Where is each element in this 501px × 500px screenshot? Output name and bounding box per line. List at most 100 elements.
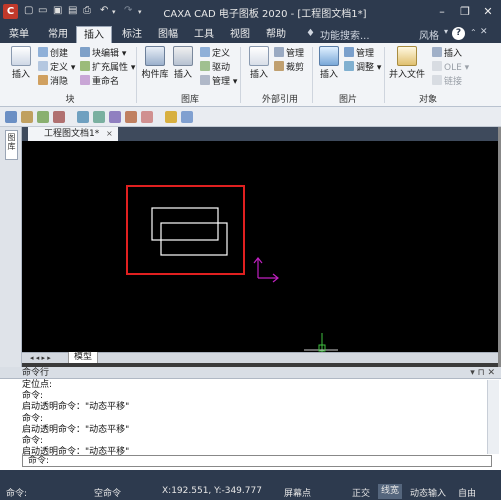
ortho-toggle[interactable]: 正交 xyxy=(352,486,370,499)
library-drive-button[interactable]: 驱动 xyxy=(200,61,230,74)
document-tab[interactable]: 工程图文档1* xyxy=(28,127,118,141)
library-insert-button[interactable]: 插入 xyxy=(172,46,194,80)
side-tab-library[interactable]: 图库 xyxy=(5,130,18,160)
xref-manage-icon xyxy=(274,47,284,57)
toolbar-layer-icon[interactable] xyxy=(5,111,17,123)
library-insert-icon xyxy=(173,46,193,66)
ribbon-close-icon[interactable]: ✕ xyxy=(480,27,488,37)
collapse-ribbon-icon[interactable]: ⌃ xyxy=(470,28,477,37)
link-button[interactable]: 链接 xyxy=(432,75,462,88)
snap-mode-button[interactable]: 屏幕点 xyxy=(284,486,311,499)
block-create-button[interactable]: 创建 xyxy=(38,47,68,60)
library-define-icon xyxy=(200,47,210,57)
library-manage-icon xyxy=(200,75,210,85)
xref-manage-button[interactable]: 管理 xyxy=(274,47,304,60)
block-edit-button[interactable]: 块编辑 ▾ xyxy=(80,47,126,60)
xref-insert-button[interactable]: 插入 xyxy=(246,46,272,80)
save-as-icon[interactable]: ▤ xyxy=(68,5,77,16)
layout-nav-arrows[interactable]: ◂ ◂ ▸ ▸ xyxy=(30,353,51,364)
style-menu[interactable]: 风格 xyxy=(419,27,439,42)
toolbar-measure-icon[interactable] xyxy=(125,111,137,123)
undo-dropdown-icon[interactable]: ▾ xyxy=(112,8,116,16)
status-coordinates: X:192.551, Y:-349.777 xyxy=(162,486,262,496)
close-document-icon[interactable]: × xyxy=(106,127,113,141)
command-panel-controls[interactable]: ▾ ⊓ ✕ xyxy=(470,367,495,379)
function-search-input[interactable]: 功能搜索... xyxy=(320,27,370,42)
free-mode-toggle[interactable]: 自由 xyxy=(458,486,476,499)
parts-library-button[interactable]: 构件库 xyxy=(140,46,170,80)
attribute-icon xyxy=(80,61,90,71)
group-separator xyxy=(312,47,313,103)
library-define-button[interactable]: 定义 xyxy=(200,47,230,60)
window-title: CAXA CAD 电子图板 2020 - [工程图文档1*] xyxy=(163,9,367,20)
status-gap xyxy=(0,470,501,483)
status-mode: 空命令 xyxy=(94,489,122,499)
clip-icon xyxy=(274,61,284,71)
command-log-scrollbar[interactable] xyxy=(487,380,499,454)
restore-button[interactable]: ❐ xyxy=(455,3,475,21)
merge-file-button[interactable]: 并入文件 xyxy=(388,46,426,80)
log-line: 命令: xyxy=(22,436,44,447)
tab-tools[interactable]: 工具 xyxy=(188,26,220,43)
close-button[interactable]: ✕ xyxy=(478,3,498,21)
object-insert-button[interactable]: 插入 xyxy=(432,47,462,60)
image-insert-button[interactable]: 插入 xyxy=(316,46,342,80)
lightbulb-icon: ♦ xyxy=(306,28,315,39)
block-edit-icon xyxy=(80,47,90,57)
rectangle-shape-1[interactable] xyxy=(151,207,219,241)
block-insert-icon xyxy=(11,46,31,66)
toolbar-properties-icon[interactable] xyxy=(165,111,177,123)
redo-icon[interactable]: ↷ xyxy=(124,5,132,16)
toolbar-pan-icon[interactable] xyxy=(93,111,105,123)
log-line: 命令: xyxy=(22,391,44,402)
tab-help[interactable]: 帮助 xyxy=(260,26,292,43)
drawing-canvas[interactable] xyxy=(22,141,498,352)
image-adjust-button[interactable]: 调整 ▾ xyxy=(344,61,381,74)
toolbar-linetype-icon[interactable] xyxy=(21,111,33,123)
tab-view[interactable]: 视图 xyxy=(224,26,256,43)
tab-model[interactable]: 模型 xyxy=(68,352,98,363)
tab-insert[interactable]: 插入 xyxy=(76,26,112,43)
ucs-axis-icon xyxy=(253,257,279,283)
new-file-icon[interactable]: ▢ xyxy=(24,5,33,16)
help-button[interactable]: ? xyxy=(452,27,465,40)
log-line: 命令: xyxy=(22,413,44,424)
group-separator xyxy=(240,47,241,103)
xref-insert-icon xyxy=(249,46,269,66)
toolbar-view-icon[interactable] xyxy=(109,111,121,123)
status-command: 命令: xyxy=(6,489,28,499)
link-icon xyxy=(432,75,442,85)
toolbar-settings-icon[interactable] xyxy=(181,111,193,123)
rename-button[interactable]: 重命名 xyxy=(80,75,119,88)
command-input[interactable]: 命令: xyxy=(22,455,492,467)
toolbar-color-icon[interactable] xyxy=(37,111,49,123)
open-folder-icon[interactable]: ▭ xyxy=(38,5,47,16)
toolbar-erase-icon[interactable] xyxy=(141,111,153,123)
chevron-down-icon[interactable]: ▾ xyxy=(444,27,448,36)
save-icon[interactable]: ▣ xyxy=(53,5,62,16)
group-label-block: 块 xyxy=(65,95,75,105)
xref-clip-button[interactable]: 裁剪 xyxy=(274,61,304,74)
rectangle-shape-2[interactable] xyxy=(160,222,228,256)
customize-quick-access-icon[interactable]: ▾ xyxy=(138,8,142,16)
tab-menu[interactable]: 菜单 xyxy=(4,26,34,43)
drawing-svg xyxy=(126,185,338,352)
toolbar-zoom-icon[interactable] xyxy=(77,111,89,123)
block-eliminate-button[interactable]: 消隐 xyxy=(38,75,68,88)
dynamic-input-toggle[interactable]: 动态输入 xyxy=(410,486,446,499)
object-insert-icon xyxy=(432,47,442,57)
extend-attribute-button[interactable]: 扩充属性 ▾ xyxy=(80,61,135,74)
block-define-button[interactable]: 定义 ▾ xyxy=(38,61,75,74)
block-insert-button[interactable]: 插入 xyxy=(6,46,36,80)
library-manage-button[interactable]: 管理 ▾ xyxy=(200,75,237,88)
tab-sheet[interactable]: 图幅 xyxy=(152,26,184,43)
print-icon[interactable]: ⎙ xyxy=(83,5,91,16)
lineweight-toggle[interactable]: 线宽 xyxy=(378,484,403,499)
undo-icon[interactable]: ↶ xyxy=(100,5,108,16)
tab-annotate[interactable]: 标注 xyxy=(116,26,148,43)
ole-button[interactable]: OLE ▾ xyxy=(432,61,469,74)
tab-common[interactable]: 常用 xyxy=(42,26,74,43)
toolbar-style-icon[interactable] xyxy=(53,111,65,123)
image-manage-button[interactable]: 管理 xyxy=(344,47,374,60)
minimize-button[interactable]: – xyxy=(432,3,452,21)
